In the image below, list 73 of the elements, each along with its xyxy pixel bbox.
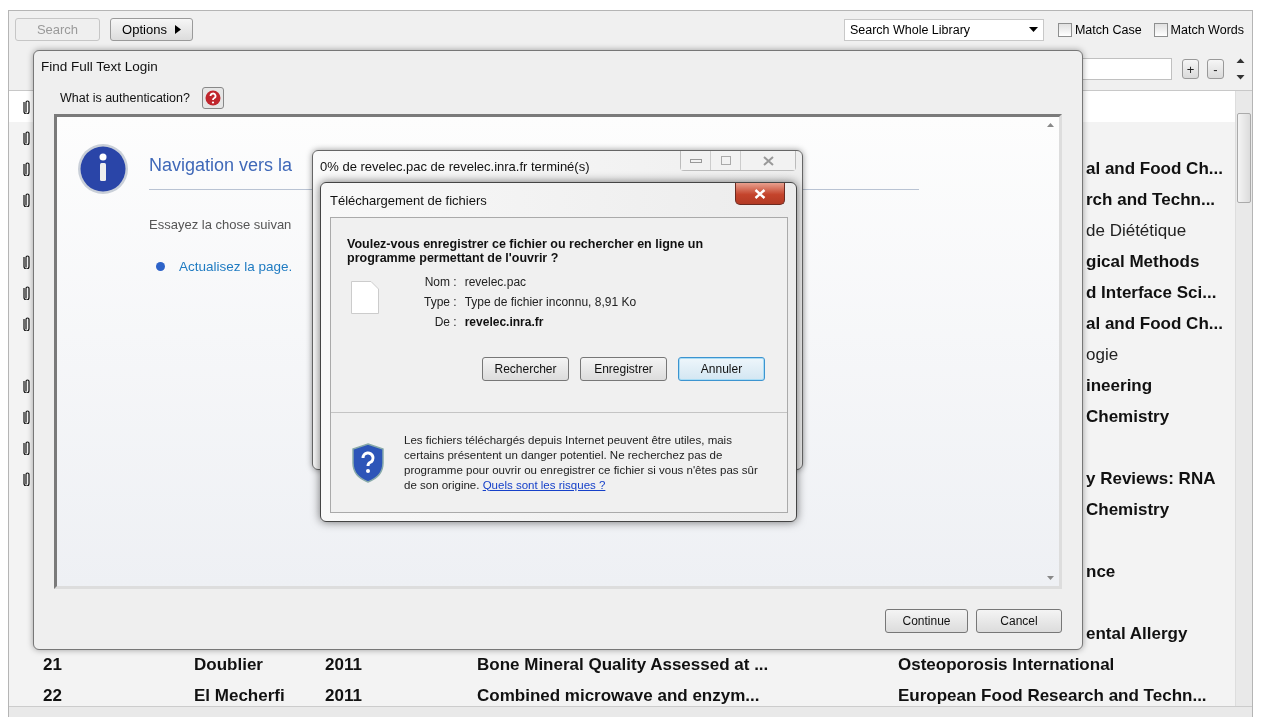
table-cell: Chemistry — [1086, 406, 1170, 426]
vertical-scrollbar[interactable] — [1235, 91, 1252, 706]
zoom-button[interactable]: + — [1182, 59, 1199, 79]
risks-link[interactable]: Quels sont les risques ? — [482, 478, 606, 491]
minimize-button[interactable] — [681, 151, 711, 170]
options-button[interactable]: Options — [110, 18, 193, 41]
dialog-button[interactable]: Enregistrer — [580, 357, 667, 381]
info-icon — [77, 143, 129, 195]
page-heading: Navigation vers la — [149, 155, 293, 177]
table-cell: y Reviews: RNA — [1086, 468, 1216, 488]
dialog-title: Téléchargement de fichiers — [330, 193, 487, 208]
field-label: Nom : — [424, 275, 457, 289]
table-cell: gical Methods — [1086, 251, 1200, 271]
scope-dropdown[interactable]: Search Whole Library — [843, 18, 1044, 41]
dialog-title: Find Full Text Login — [41, 58, 159, 76]
table-cell: 22 — [43, 685, 62, 705]
search-field[interactable] — [1080, 58, 1172, 80]
arrow-up-icon — [1047, 123, 1054, 127]
dialog-button[interactable]: Rechercher — [482, 357, 569, 381]
close-icon — [754, 188, 766, 199]
shield-question-icon — [351, 442, 385, 483]
close-icon — [762, 155, 774, 166]
warning-text: Les fichiers téléchargés depuis Internet peuvent être utiles, mais certains présentent un danger potentiel. Ne recherchez pas de programme pour ouvrir ou enregistrer ce fichier si vous n'êtes pas sûr de son origine. Quels sont les risques ? — [404, 432, 759, 493]
close-button[interactable] — [735, 183, 785, 205]
page-text: Essayez la chose suivan — [149, 217, 292, 232]
minimize-icon — [689, 158, 702, 163]
table-cell: nce — [1086, 561, 1116, 581]
table-cell: 2011 — [325, 654, 362, 674]
table-cell: Osteoporosis International — [898, 654, 1115, 674]
field-value: Type de fichier inconnu, 8,91 Ko — [464, 295, 637, 309]
table-cell: de Diététique — [1086, 220, 1187, 240]
arrow-down-icon — [1047, 576, 1054, 580]
table-cell: d Interface Sci... — [1086, 282, 1217, 302]
checkbox[interactable] — [1057, 22, 1072, 37]
question-mark-icon — [204, 90, 221, 106]
table-cell: Combined microwave and enzym... — [477, 685, 760, 705]
checkbox[interactable] — [1153, 22, 1168, 37]
table-cell: Doublier — [194, 654, 263, 674]
table-cell: al and Food Ch... — [1086, 158, 1223, 178]
dialog-button[interactable]: Continue — [885, 609, 968, 633]
table-cell: al and Food Ch... — [1086, 313, 1223, 333]
bullet-icon — [156, 262, 165, 271]
field-value: revelec.inra.fr — [464, 315, 545, 329]
question-text: Voulez-vous enregistrer ce fichier ou rechercher en ligne un programme permettant de l'ouvrir ? — [347, 237, 705, 265]
table-cell: European Food Research and Techn... — [898, 685, 1207, 705]
horizontal-scrollbar[interactable] — [9, 706, 1252, 717]
dialog-button[interactable]: Annuler — [678, 357, 765, 381]
table-cell: 21 — [43, 654, 62, 674]
zoom-button[interactable]: - — [1207, 59, 1224, 79]
table-cell: ineering — [1086, 375, 1153, 395]
field-label: Type : — [424, 295, 457, 309]
field-value: revelec.pac — [464, 275, 528, 289]
dialog-title: 0% de revelec.pac de revelec.inra.fr terminé(s) — [320, 159, 590, 174]
table-cell: 2011 — [325, 685, 362, 705]
field-label: De : — [433, 315, 457, 329]
table-cell: Chemistry — [1086, 499, 1170, 519]
table-cell: ogie — [1086, 344, 1119, 364]
checkbox-label: Match Words — [1170, 22, 1244, 37]
maximize-button[interactable] — [711, 151, 741, 170]
table-cell: rch and Techn... — [1086, 189, 1216, 209]
table-cell: Bone Mineral Quality Assessed at ... — [477, 654, 769, 674]
maximize-icon — [720, 156, 731, 165]
checkbox-label: Match Case — [1074, 22, 1142, 37]
help-button[interactable] — [201, 87, 224, 109]
spinner-arrows-icon — [1236, 58, 1245, 80]
triangle-right-icon — [174, 25, 181, 34]
caret-icon — [1028, 27, 1038, 32]
refresh-link[interactable]: Actualisez la page. — [179, 259, 293, 274]
file-icon — [351, 281, 379, 314]
table-cell: El Mecherfi — [194, 685, 285, 705]
dialog-button[interactable]: Cancel — [976, 609, 1062, 633]
table-cell: ental Allergy — [1086, 623, 1188, 643]
help-label: What is authentication? — [60, 91, 190, 105]
